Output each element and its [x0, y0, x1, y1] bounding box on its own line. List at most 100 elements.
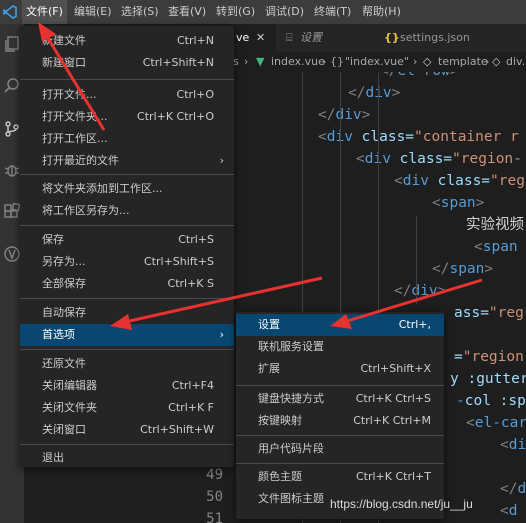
menu-debug[interactable]: 调试(D)	[261, 0, 308, 24]
code-attribute: col :sp	[464, 393, 526, 409]
code-attribute: class=	[399, 151, 453, 167]
breadcrumb: s › ▼ index.vue › {} "index.vue" › ◇ tem…	[230, 52, 526, 72]
menu-item-shortcut: Ctrl+S	[178, 233, 214, 246]
file-menu-item[interactable]: 另存为... Ctrl+Shift+S	[20, 251, 234, 273]
file-menu-item[interactable]: 新建文件 Ctrl+N	[20, 30, 234, 52]
file-menu-item[interactable]: 首选项 ›	[20, 324, 234, 346]
code-line: -col :sp	[456, 390, 526, 412]
file-menu-item[interactable]: 打开文件夹... Ctrl+K Ctrl+O	[20, 106, 234, 128]
file-menu-item[interactable]: 关闭窗口 Ctrl+Shift+W	[20, 419, 234, 441]
code-punct: >	[361, 107, 371, 123]
file-menu-item[interactable]: 打开最近的文件 ›	[20, 150, 234, 172]
chevron-right-icon: ›	[413, 55, 418, 68]
file-menu-item[interactable]: 关闭编辑器 Ctrl+F4	[20, 375, 234, 397]
menu-separator	[20, 225, 234, 226]
indent-guide	[416, 216, 417, 304]
file-menu-item[interactable]: 保存 Ctrl+S	[20, 229, 234, 251]
menu-item-label: 将工作区另存为...	[42, 204, 130, 217]
chevron-right-icon: ›	[244, 55, 249, 68]
preferences-menu-item[interactable]: 键盘快捷方式 Ctrl+K Ctrl+S	[236, 388, 444, 410]
file-menu-item[interactable]: 退出	[20, 447, 234, 469]
menu-terminal[interactable]: 终端(T)	[310, 0, 355, 24]
file-menu-item[interactable]: 自动保存	[20, 302, 234, 324]
tab-settings-json[interactable]: {} settings.json	[372, 24, 526, 52]
file-menu-item[interactable]: 打开文件... Ctrl+O	[20, 84, 234, 106]
code-punct: >	[450, 72, 459, 79]
preferences-menu-item[interactable]: 扩展 Ctrl+Shift+X	[236, 358, 444, 380]
preferences-menu-item[interactable]: 颜色主题 Ctrl+K Ctrl+T	[236, 466, 444, 488]
settings-file-icon: ⌸	[286, 31, 293, 44]
menu-item-label: 还原文件	[42, 357, 86, 370]
code-line: <d	[500, 500, 517, 522]
code-text: 实验视频	[466, 217, 524, 233]
menu-file[interactable]: 文件(F)	[22, 0, 67, 24]
line-number: 50	[206, 489, 223, 505]
menu-item-label: 另存为...	[42, 255, 86, 268]
menu-help[interactable]: 帮助(H)	[358, 0, 405, 24]
menu-item-label: 新建窗口	[42, 56, 86, 69]
preferences-menu-item[interactable]: 联机服务设置	[236, 336, 444, 358]
menu-item-label: 首选项	[42, 328, 75, 341]
file-menu-item[interactable]: 打开工作区...	[20, 128, 234, 150]
code-line: ass="reg	[454, 302, 524, 324]
breadcrumb-section[interactable]: "index.vue"	[345, 52, 409, 72]
code-punct: >	[484, 261, 494, 277]
tab-index-vue[interactable]: ve ✕	[230, 24, 276, 52]
menu-item-label: 设置	[258, 318, 280, 331]
menu-item-label: 退出	[42, 451, 64, 464]
code-punct: <	[466, 415, 475, 431]
preferences-menu-item[interactable]: 设置 Ctrl+,	[236, 314, 444, 336]
tag-icon: ◇	[423, 55, 432, 68]
menu-item-shortcut: Ctrl+N	[176, 34, 214, 47]
menu-selection[interactable]: 选择(S)	[117, 0, 163, 24]
menu-item-label: 关闭窗口	[42, 423, 86, 436]
file-menu-item[interactable]: 将文件夹添加到工作区...	[20, 178, 234, 200]
code-tag: d	[517, 481, 526, 497]
menu-item-shortcut: Ctrl+K Ctrl+O	[137, 110, 214, 123]
watermark: https://blog.csdn.net/ju__ju	[330, 497, 473, 511]
preferences-menu-item[interactable]: 按键映射 Ctrl+K Ctrl+M	[236, 410, 444, 432]
code-punct: <	[500, 437, 509, 453]
breadcrumb-element[interactable]: div.hom	[506, 52, 526, 72]
code-punct: </	[394, 283, 412, 299]
breadcrumb-template[interactable]: template	[438, 52, 488, 72]
tab-settings[interactable]: ⌸ 设置	[276, 24, 372, 52]
close-icon[interactable]: ✕	[256, 24, 265, 52]
code-line: <di	[500, 434, 526, 456]
menu-edit[interactable]: 编辑(E)	[70, 0, 116, 24]
code-tag: el-row	[397, 72, 449, 79]
code-line: </div>	[318, 104, 370, 126]
breadcrumb-file[interactable]: index.vue	[271, 52, 325, 72]
menu-separator	[236, 385, 444, 386]
code-string: "reg	[490, 173, 525, 189]
menu-item-label: 按键映射	[258, 414, 302, 427]
menu-bar: 文件(F) 编辑(E) 选择(S) 查看(V) 转到(G) 调试(D) 终端(T…	[0, 0, 526, 24]
chevron-right-icon: ›	[322, 55, 327, 68]
file-menu-item[interactable]: 全部保存 Ctrl+K S	[20, 273, 234, 295]
code-line: ="region-	[454, 346, 526, 368]
vscode-logo-icon	[0, 0, 20, 24]
code-line: <span c	[474, 236, 526, 258]
file-menu-item[interactable]: 将工作区另存为...	[20, 200, 234, 222]
file-menu-item[interactable]: 关闭文件夹 Ctrl+K F	[20, 397, 234, 419]
file-menu: 新建文件 Ctrl+N 新建窗口 Ctrl+Shift+N 打开文件... Ctrl+O 打…	[20, 26, 234, 467]
menu-item-label: 将文件夹添加到工作区...	[42, 182, 163, 195]
menu-item-label: 用户代码片段	[258, 442, 324, 455]
menu-separator	[236, 435, 444, 436]
menu-separator	[20, 79, 234, 80]
code-line: <div class="region-	[356, 148, 522, 170]
code-line: </div>	[348, 82, 400, 104]
code-punct: <	[432, 195, 441, 211]
code-punct: <	[394, 173, 403, 189]
menu-view[interactable]: 查看(V)	[164, 0, 210, 24]
file-menu-item[interactable]: 新建窗口 Ctrl+Shift+N	[20, 52, 234, 74]
chevron-right-icon: ›	[219, 328, 224, 341]
menu-goto[interactable]: 转到(G)	[212, 0, 259, 24]
code-line: <div class="container r	[318, 126, 519, 148]
menu-separator	[20, 349, 234, 350]
preferences-menu-item[interactable]: 用户代码片段	[236, 438, 444, 460]
code-tag: el-car	[474, 415, 526, 431]
code-line: </el-row>	[380, 72, 459, 82]
file-menu-item[interactable]: 还原文件	[20, 353, 234, 375]
menu-item-label: 联机服务设置	[258, 340, 324, 353]
